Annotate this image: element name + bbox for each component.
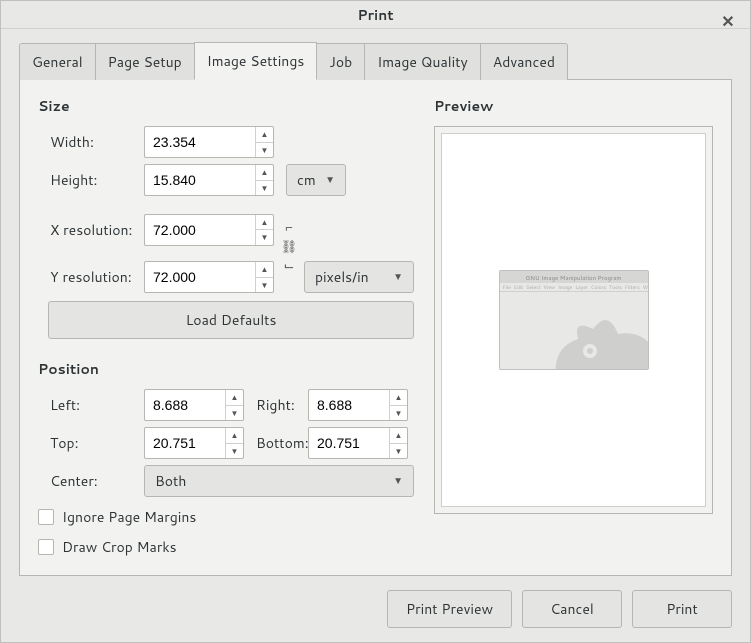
tab-image-settings[interactable]: Image Settings <box>194 42 318 80</box>
bottom-input[interactable] <box>309 428 389 458</box>
height-spin[interactable]: ▲ ▼ <box>144 164 274 196</box>
yres-row: Y resolution: ▲ ▼ pixels/in <box>48 261 414 293</box>
left-spin[interactable]: ▲ ▼ <box>144 389 244 421</box>
yres-step-down[interactable]: ▼ <box>256 278 273 293</box>
load-defaults-button[interactable]: Load Defaults <box>48 301 414 339</box>
dialog-footer: Print Preview Cancel Print <box>1 576 750 642</box>
top-label: Top: <box>48 433 144 453</box>
yres-label: Y resolution: <box>48 267 144 287</box>
crop-marks-checkbox[interactable]: Draw Crop Marks <box>38 537 414 557</box>
xres-input[interactable] <box>145 215 255 245</box>
res-unit-value: pixels/in <box>315 267 369 287</box>
xres-row: X resolution: ▲ ▼ ⌐ ⛓ <box>48 204 414 255</box>
center-value: Both <box>155 471 186 491</box>
center-label: Center: <box>48 471 144 491</box>
height-input[interactable] <box>145 165 255 195</box>
wilber-icon <box>548 309 649 370</box>
left-label: Left: <box>48 395 144 415</box>
right-column: Preview GNU Image Manipulation Program F… <box>434 94 713 557</box>
height-row: Height: ▲ ▼ cm ▼ <box>48 164 414 196</box>
res-unit-combo[interactable]: pixels/in ▼ <box>304 261 414 293</box>
right-step-down[interactable]: ▼ <box>390 406 407 421</box>
center-combo[interactable]: Both ▼ <box>144 465 414 497</box>
top-spin[interactable]: ▲ ▼ <box>144 427 244 459</box>
width-label: Width: <box>48 132 144 152</box>
link-bottom-icon: ⌙ <box>284 260 295 273</box>
top-bottom-row: Top: ▲ ▼ Bottom: <box>48 427 414 459</box>
close-icon: ✕ <box>721 10 734 33</box>
print-button[interactable]: Print <box>632 590 732 628</box>
link-top-icon: ⌐ <box>285 222 293 235</box>
tab-page-setup[interactable]: Page Setup <box>95 43 195 80</box>
crop-marks-label: Draw Crop Marks <box>62 537 177 557</box>
left-step-up[interactable]: ▲ <box>226 390 243 406</box>
cancel-button[interactable]: Cancel <box>522 590 622 628</box>
xres-spin[interactable]: ▲ ▼ <box>144 214 274 246</box>
height-step-up[interactable]: ▲ <box>256 165 273 181</box>
xres-step-down[interactable]: ▼ <box>256 230 273 245</box>
tab-image-quality[interactable]: Image Quality <box>364 43 481 80</box>
tab-advanced[interactable]: Advanced <box>480 43 568 80</box>
left-right-row: Left: ▲ ▼ Right: <box>48 389 414 421</box>
center-row: Center: Both ▼ <box>48 465 414 497</box>
height-step-down[interactable]: ▼ <box>256 181 273 196</box>
resolution-link[interactable]: ⌐ ⛓ ⌙ <box>280 222 298 273</box>
xres-label: X resolution: <box>48 220 144 240</box>
yres-input[interactable] <box>145 262 255 292</box>
yres-step-up[interactable]: ▲ <box>256 262 273 278</box>
content-area: General Page Setup Image Settings Job Im… <box>1 29 750 576</box>
checkbox-icon <box>38 509 54 525</box>
right-spin[interactable]: ▲ ▼ <box>308 389 408 421</box>
top-step-up[interactable]: ▲ <box>226 428 243 444</box>
preview-title: Preview <box>434 96 713 116</box>
position-section-title: Position <box>38 359 414 379</box>
width-step-down[interactable]: ▼ <box>256 143 273 158</box>
left-column: Size Width: ▲ ▼ Height: <box>38 94 414 557</box>
bottom-label: Bottom: <box>244 433 308 453</box>
width-row: Width: ▲ ▼ <box>48 126 414 158</box>
tab-job[interactable]: Job <box>316 43 365 80</box>
ignore-margins-label: Ignore Page Margins <box>62 507 196 527</box>
top-input[interactable] <box>145 428 225 458</box>
tab-body: Size Width: ▲ ▼ Height: <box>19 80 732 576</box>
preview-page[interactable]: GNU Image Manipulation Program FileEditS… <box>441 133 706 507</box>
height-label: Height: <box>48 170 144 190</box>
preview-thumb: GNU Image Manipulation Program FileEditS… <box>499 270 649 370</box>
size-section-title: Size <box>38 96 414 116</box>
chevron-down-icon: ▼ <box>325 173 335 187</box>
width-spin[interactable]: ▲ ▼ <box>144 126 274 158</box>
yres-spin[interactable]: ▲ ▼ <box>144 261 274 293</box>
right-label: Right: <box>244 395 308 415</box>
size-unit-value: cm <box>297 170 316 190</box>
print-preview-button[interactable]: Print Preview <box>387 590 512 628</box>
width-step-up[interactable]: ▲ <box>256 127 273 143</box>
right-step-up[interactable]: ▲ <box>390 390 407 406</box>
xres-step-up[interactable]: ▲ <box>256 215 273 231</box>
ignore-margins-checkbox[interactable]: Ignore Page Margins <box>38 507 414 527</box>
chevron-down-icon: ▼ <box>393 270 403 284</box>
chain-icon: ⛓ <box>281 241 298 254</box>
bottom-step-up[interactable]: ▲ <box>390 428 407 444</box>
size-unit-combo[interactable]: cm ▼ <box>286 164 346 196</box>
tab-strip: General Page Setup Image Settings Job Im… <box>19 41 732 80</box>
bottom-step-down[interactable]: ▼ <box>390 444 407 459</box>
bottom-spin[interactable]: ▲ ▼ <box>308 427 408 459</box>
right-input[interactable] <box>309 390 389 420</box>
preview-box: GNU Image Manipulation Program FileEditS… <box>434 126 713 514</box>
checkbox-icon <box>38 539 54 555</box>
thumb-menubar: FileEditSelectViewImageLayerColorsToolsF… <box>500 283 648 292</box>
titlebar: Print ✕ <box>1 1 750 29</box>
chevron-down-icon: ▼ <box>393 474 403 488</box>
close-button[interactable]: ✕ <box>716 9 740 33</box>
left-step-down[interactable]: ▼ <box>226 406 243 421</box>
window-title: Print <box>357 5 393 25</box>
top-step-down[interactable]: ▼ <box>226 444 243 459</box>
left-input[interactable] <box>145 390 225 420</box>
width-input[interactable] <box>145 127 255 157</box>
tab-general[interactable]: General <box>19 43 96 80</box>
thumb-title: GNU Image Manipulation Program <box>500 271 648 283</box>
print-dialog: Print ✕ General Page Setup Image Setting… <box>0 0 751 643</box>
